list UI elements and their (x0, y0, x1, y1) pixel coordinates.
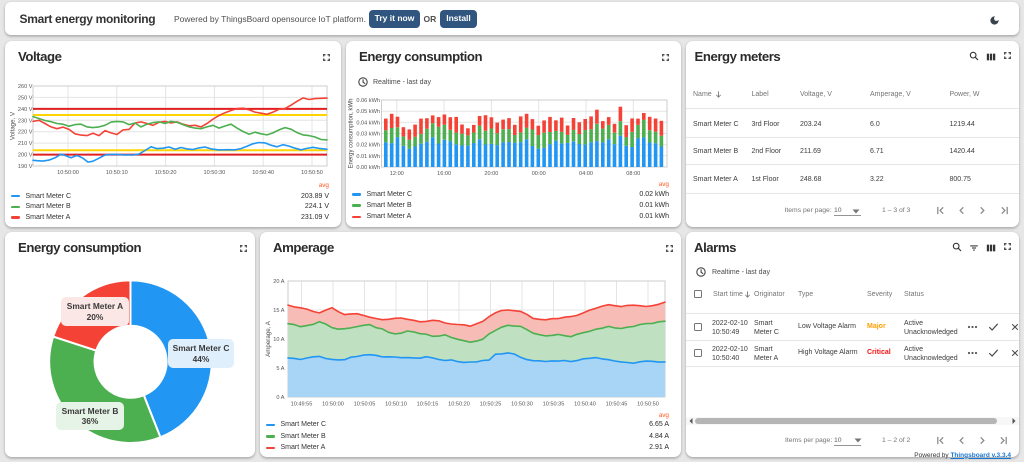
svg-text:10:50:50: 10:50:50 (301, 170, 323, 176)
svg-text:00:00: 00:00 (532, 171, 546, 177)
svg-text:10:50:00: 10:50:00 (57, 170, 79, 176)
svg-text:250 V: 250 V (18, 95, 33, 101)
svg-text:10:50:05: 10:50:05 (354, 402, 376, 408)
svg-text:10:50:30: 10:50:30 (511, 402, 533, 408)
svg-text:04:00: 04:00 (579, 171, 593, 177)
svg-text:12:00: 12:00 (390, 171, 404, 177)
svg-text:0.06 kWh: 0.06 kWh (356, 98, 380, 104)
svg-text:10:50:20: 10:50:20 (155, 170, 177, 176)
svg-text:08:00: 08:00 (626, 171, 640, 177)
svg-text:0.00 kWh: 0.00 kWh (356, 165, 380, 171)
svg-text:10 A: 10 A (273, 337, 284, 343)
svg-text:230 V: 230 V (18, 118, 33, 124)
svg-text:Amperage, A: Amperage, A (265, 320, 272, 357)
svg-text:0.02 kWh: 0.02 kWh (356, 143, 380, 149)
svg-text:5 A: 5 A (276, 366, 284, 372)
svg-text:0 A: 0 A (276, 395, 284, 401)
svg-text:10:50:50: 10:50:50 (637, 402, 659, 408)
svg-text:10:50:35: 10:50:35 (543, 402, 565, 408)
svg-text:10:50:15: 10:50:15 (417, 402, 439, 408)
svg-text:10:49:55: 10:49:55 (291, 402, 313, 408)
svg-text:0.03 kWh: 0.03 kWh (356, 132, 380, 138)
svg-text:10:50:40: 10:50:40 (574, 402, 596, 408)
svg-text:0.04 kWh: 0.04 kWh (356, 120, 380, 126)
svg-text:15 A: 15 A (273, 308, 284, 314)
svg-text:0.01 kWh: 0.01 kWh (356, 154, 380, 160)
svg-text:20:00: 20:00 (484, 171, 498, 177)
svg-text:10:50:00: 10:50:00 (322, 402, 344, 408)
svg-text:Voltage, V: Voltage, V (10, 111, 17, 140)
svg-text:10:50:10: 10:50:10 (385, 402, 407, 408)
svg-text:220 V: 220 V (18, 130, 33, 136)
svg-text:200 V: 200 V (18, 153, 33, 159)
svg-text:240 V: 240 V (18, 107, 33, 113)
svg-text:16:00: 16:00 (437, 171, 451, 177)
svg-text:20 A: 20 A (273, 279, 284, 285)
svg-text:10:50:30: 10:50:30 (204, 170, 226, 176)
svg-text:210 V: 210 V (18, 141, 33, 147)
svg-text:Energy consumption, kWh: Energy consumption, kWh (349, 98, 355, 168)
svg-text:10:50:45: 10:50:45 (606, 402, 628, 408)
svg-text:260 V: 260 V (18, 84, 33, 90)
svg-text:190 V: 190 V (18, 164, 33, 170)
svg-text:10:50:10: 10:50:10 (106, 170, 128, 176)
svg-text:10:50:20: 10:50:20 (448, 402, 470, 408)
svg-text:10:50:40: 10:50:40 (252, 170, 274, 176)
svg-text:0.05 kWh: 0.05 kWh (356, 109, 380, 115)
svg-text:10:50:25: 10:50:25 (480, 402, 502, 408)
